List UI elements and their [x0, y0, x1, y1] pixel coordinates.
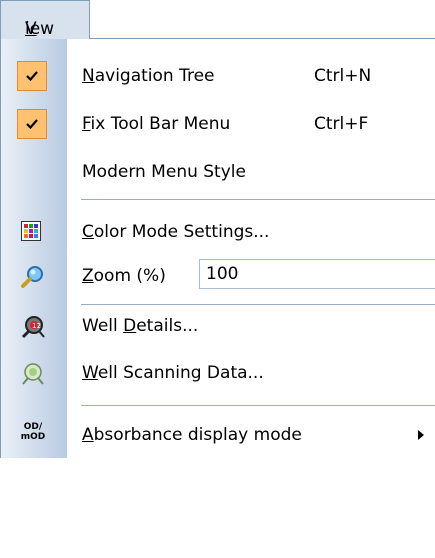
od-icon-text: OD/	[23, 422, 43, 432]
submenu-arrow-icon	[418, 430, 424, 440]
menu-item-absorbance-display-mode[interactable]: OD/ mOD Absorbance display mode	[1, 416, 435, 454]
well-details-label: Well Details...	[82, 316, 199, 336]
zoom-input[interactable]	[199, 259, 435, 289]
menu-separator	[81, 199, 435, 200]
modern-menu-style-label: Modern Menu Style	[82, 162, 246, 182]
color-mode-settings-label: Color Mode Settings...	[82, 222, 270, 242]
view-menu-button[interactable]: View	[0, 0, 90, 39]
absorbance-label: Absorbance display mode	[82, 425, 302, 445]
zoom-label: Zoom (%)	[82, 266, 166, 286]
menu-item-zoom: Zoom (%)	[1, 257, 435, 295]
menu-item-color-mode-settings[interactable]: Color Mode Settings...	[1, 213, 435, 251]
well-scanning-label: Well Scanning Data...	[82, 363, 264, 383]
menu-item-fix-tool-bar[interactable]: Fix Tool Bar Menu Ctrl+F	[1, 105, 435, 143]
view-dropdown-menu: Navigation Tree Ctrl+N Fix Tool Bar Menu…	[0, 38, 435, 458]
svg-text:12: 12	[32, 322, 41, 330]
od-mod-icon: OD/ mOD	[19, 422, 47, 450]
menu-separator	[81, 405, 435, 406]
menu-item-navigation-tree[interactable]: Navigation Tree Ctrl+N	[1, 57, 435, 95]
fix-tool-bar-shortcut: Ctrl+F	[314, 114, 369, 134]
menu-item-well-details[interactable]: 12 Well Details...	[1, 307, 435, 345]
mod-icon-text: mOD	[20, 432, 46, 442]
menu-item-modern-menu-style[interactable]: Modern Menu Style	[1, 153, 435, 191]
color-grid-icon	[21, 221, 45, 245]
well-details-icon: 12	[21, 315, 45, 339]
navigation-tree-label: Navigation Tree	[82, 66, 215, 86]
magnifier-icon	[21, 265, 45, 289]
fix-tool-bar-label: Fix Tool Bar Menu	[82, 114, 231, 134]
menu-separator	[81, 304, 435, 305]
navigation-tree-shortcut: Ctrl+N	[314, 66, 372, 86]
menu-item-well-scanning-data[interactable]: Well Scanning Data...	[1, 354, 435, 392]
well-scanning-icon	[21, 362, 45, 386]
check-mark-icon	[17, 109, 47, 139]
check-mark-icon	[17, 61, 47, 91]
